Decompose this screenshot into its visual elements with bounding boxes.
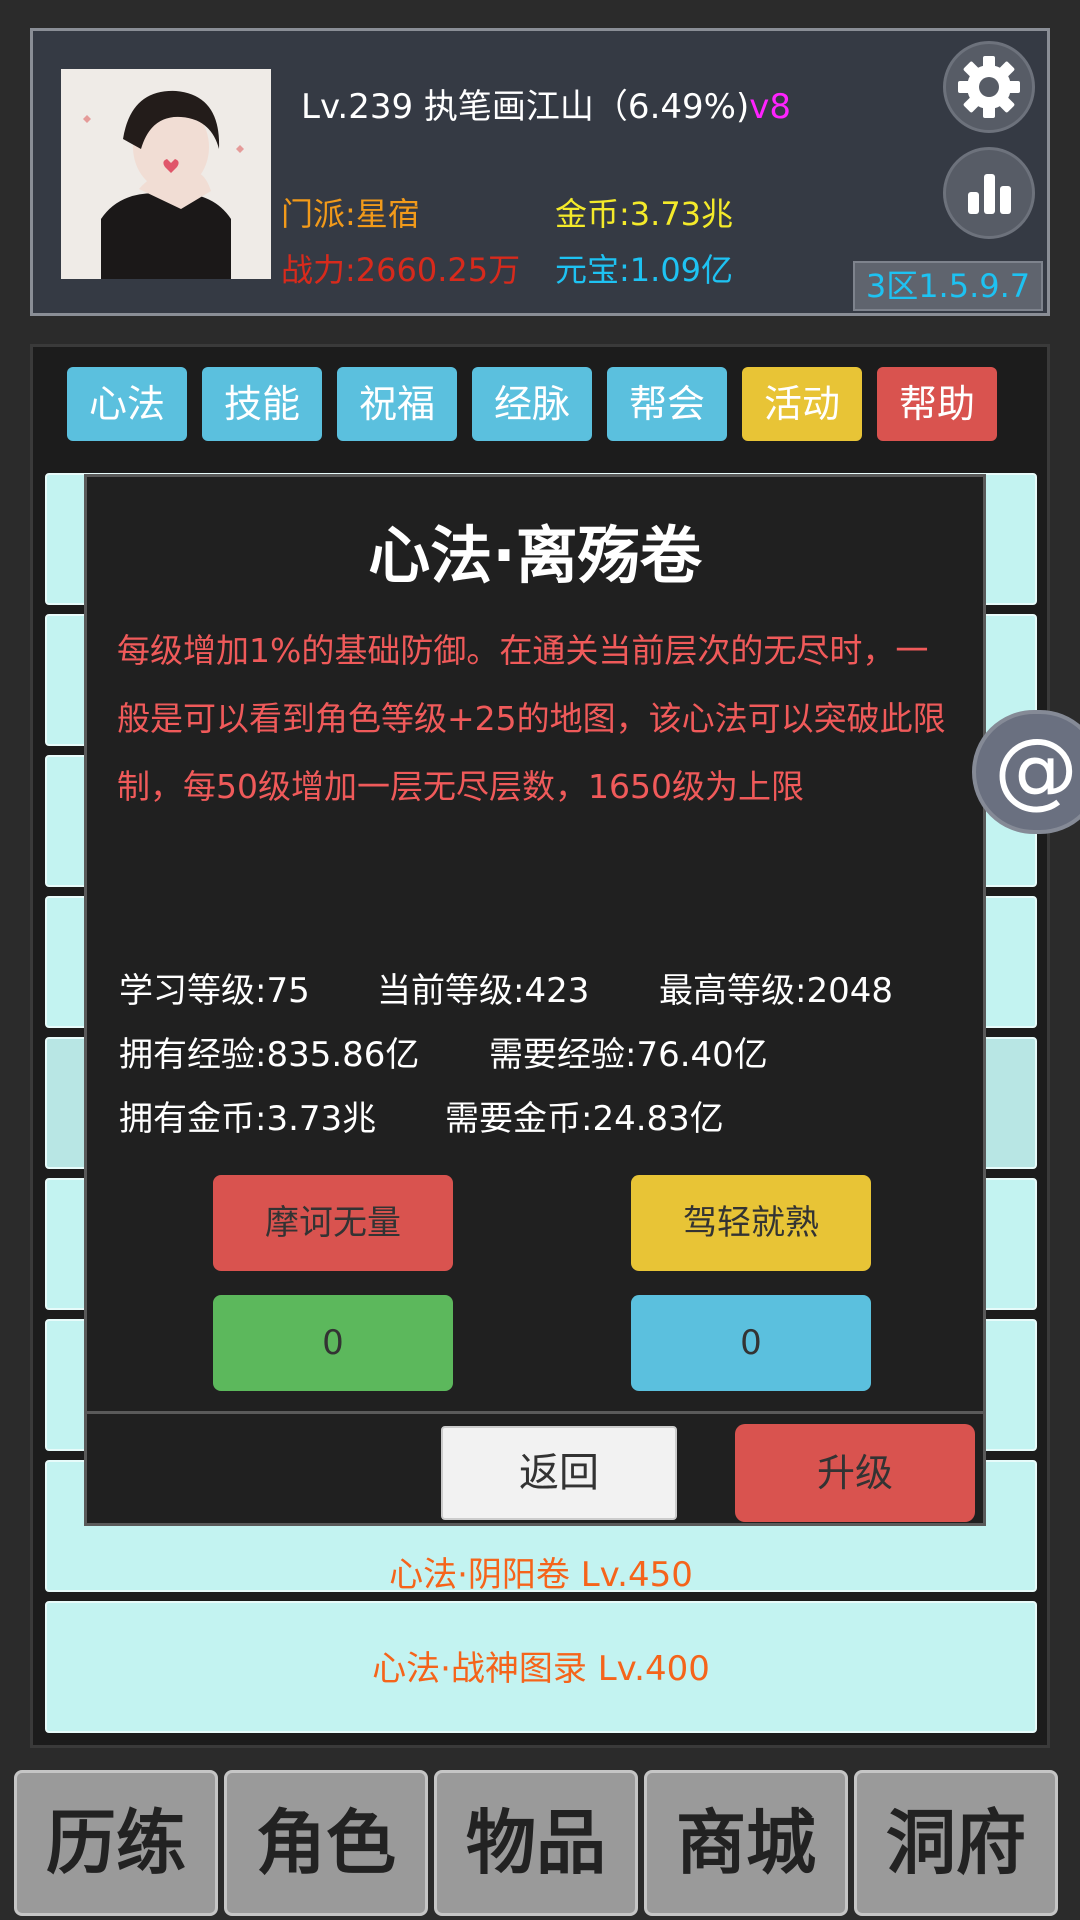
avatar-image <box>61 69 271 279</box>
xinfa-detail-dialog: 心法·离殇卷 每级增加1%的基础防御。在通关当前层次的无尽时，一般是可以看到角色… <box>84 474 986 1526</box>
player-name-text: Lv.239 执笔画江山（6.49%) <box>301 87 750 127</box>
own-exp: 拥有经验:835.86亿 <box>119 1035 420 1075</box>
need-gold: 需要金币:24.83亿 <box>445 1099 724 1139</box>
gear-icon <box>958 56 1020 118</box>
server-version-badge: 3区1.5.9.7 <box>853 261 1043 311</box>
svg-text:@: @ <box>994 720 1078 818</box>
level-info-row: 学习等级:75 当前等级:423 最高等级:2048 <box>119 963 893 1012</box>
player-header: Lv.239 执笔画江山（6.49%)v8 门派:星宿 金币:3.73兆 战力:… <box>30 28 1050 316</box>
nav-shop[interactable]: 商城 <box>644 1770 848 1916</box>
green-count-button[interactable]: 0 <box>213 1295 453 1391</box>
tab-skills[interactable]: 技能 <box>202 367 322 441</box>
contact-button[interactable]: @ <box>972 710 1080 834</box>
list-item-label: 心法·战神图录 Lv.400 <box>372 1649 710 1689</box>
need-exp: 需要经验:76.40亿 <box>489 1035 768 1075</box>
dialog-footer: 返回 升级 <box>87 1411 983 1523</box>
back-button[interactable]: 返回 <box>441 1426 677 1520</box>
vip-badge: v8 <box>749 87 791 127</box>
jiaqing-button[interactable]: 驾轻就熟 <box>631 1175 871 1271</box>
list-item[interactable]: 心法·战神图录 Lv.400 <box>45 1601 1037 1733</box>
at-icon: @ <box>994 720 1078 818</box>
mohe-button[interactable]: 摩诃无量 <box>213 1175 453 1271</box>
tab-meridian[interactable]: 经脉 <box>472 367 592 441</box>
tab-guild[interactable]: 帮会 <box>607 367 727 441</box>
dialog-description: 每级增加1%的基础防御。在通关当前层次的无尽时，一般是可以看到角色等级+25的地… <box>117 631 946 806</box>
bar-chart-icon <box>968 174 1011 214</box>
sect-stat: 门派:星宿 <box>281 195 420 233</box>
gold-stat: 金币:3.73兆 <box>555 195 734 233</box>
upgrade-button[interactable]: 升级 <box>735 1424 975 1522</box>
power-stat: 战力:2660.25万 <box>281 251 521 289</box>
learn-level: 学习等级:75 <box>119 971 310 1011</box>
settings-button[interactable] <box>943 41 1035 133</box>
nav-items[interactable]: 物品 <box>434 1770 638 1916</box>
tab-bar: 心法 技能 祝福 经脉 帮会 活动 帮助 <box>67 367 1012 441</box>
tab-blessing[interactable]: 祝福 <box>337 367 457 441</box>
yuanbao-stat: 元宝:1.09亿 <box>555 251 734 289</box>
own-gold: 拥有金币:3.73兆 <box>119 1099 377 1139</box>
tab-events[interactable]: 活动 <box>742 367 862 441</box>
dialog-title: 心法·离殇卷 <box>368 519 702 592</box>
nav-training[interactable]: 历练 <box>14 1770 218 1916</box>
tab-help[interactable]: 帮助 <box>877 367 997 441</box>
exp-info-row: 拥有经验:835.86亿 需要经验:76.40亿 <box>119 1027 768 1076</box>
max-level: 最高等级:2048 <box>659 971 893 1011</box>
nav-character[interactable]: 角色 <box>224 1770 428 1916</box>
stats-button[interactable] <box>943 147 1035 239</box>
current-level: 当前等级:423 <box>377 971 590 1011</box>
gold-info-row: 拥有金币:3.73兆 需要金币:24.83亿 <box>119 1091 724 1140</box>
bottom-nav: 历练 角色 物品 商城 洞府 <box>0 1770 1080 1920</box>
list-item-label: 心法·阴阳卷 Lv.450 <box>389 1555 693 1595</box>
cyan-count-button[interactable]: 0 <box>631 1295 871 1391</box>
nav-cave[interactable]: 洞府 <box>854 1770 1058 1916</box>
tab-xinfa[interactable]: 心法 <box>67 367 187 441</box>
avatar[interactable] <box>61 69 271 279</box>
player-level-name: Lv.239 执笔画江山（6.49%)v8 <box>301 79 791 128</box>
